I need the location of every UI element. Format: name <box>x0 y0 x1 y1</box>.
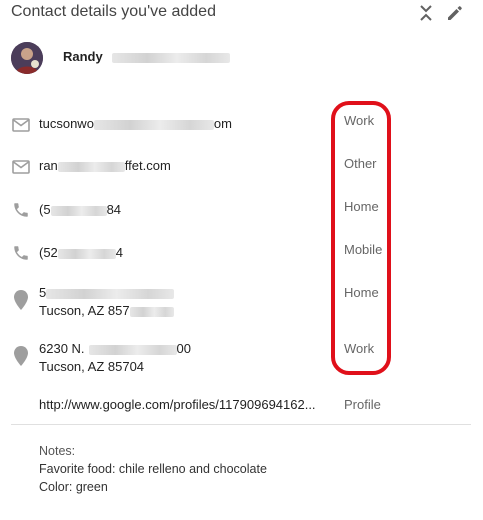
email-type-label: Work <box>344 113 375 128</box>
phone-value[interactable]: (5 84 <box>39 201 121 219</box>
address-type-label: Work <box>344 341 375 356</box>
address-value[interactable]: 5 Tucson, AZ 857 <box>39 284 175 320</box>
email-icon <box>11 157 31 177</box>
redacted-text <box>112 52 231 63</box>
profile-url[interactable]: http://www.google.com/profiles/117909694… <box>39 396 316 414</box>
url-type-label: Profile <box>344 397 381 412</box>
phone-type-label: Home <box>344 199 379 214</box>
email-icon <box>11 115 31 135</box>
notes-line: Color: green <box>39 480 108 494</box>
phone-icon <box>11 243 31 263</box>
email-value[interactable]: ran ffet.com <box>39 157 171 175</box>
divider <box>11 424 471 425</box>
label-highlight-annotation <box>331 101 391 375</box>
edit-pencil-icon[interactable] <box>444 2 466 24</box>
contact-header: Contact details you've added <box>11 0 471 26</box>
page-title: Contact details you've added <box>11 3 216 20</box>
contact-name: Randy <box>63 49 231 64</box>
address-type-label: Home <box>344 285 379 300</box>
collapse-icon[interactable] <box>415 2 437 24</box>
email-type-label: Other <box>344 156 377 171</box>
place-icon <box>11 290 31 310</box>
phone-type-label: Mobile <box>344 242 383 257</box>
notes-section: Notes: Favorite food: chile relleno and … <box>39 442 267 496</box>
address-value[interactable]: 6230 N. 00 Tucson, AZ 85704 <box>39 340 191 376</box>
avatar <box>11 42 43 74</box>
notes-line: Favorite food: chile relleno and chocola… <box>39 462 267 476</box>
phone-icon <box>11 200 31 220</box>
notes-label: Notes: <box>39 444 76 458</box>
phone-value[interactable]: (52 4 <box>39 244 123 262</box>
email-value[interactable]: tucsonwo om <box>39 115 232 133</box>
place-icon <box>11 346 31 366</box>
